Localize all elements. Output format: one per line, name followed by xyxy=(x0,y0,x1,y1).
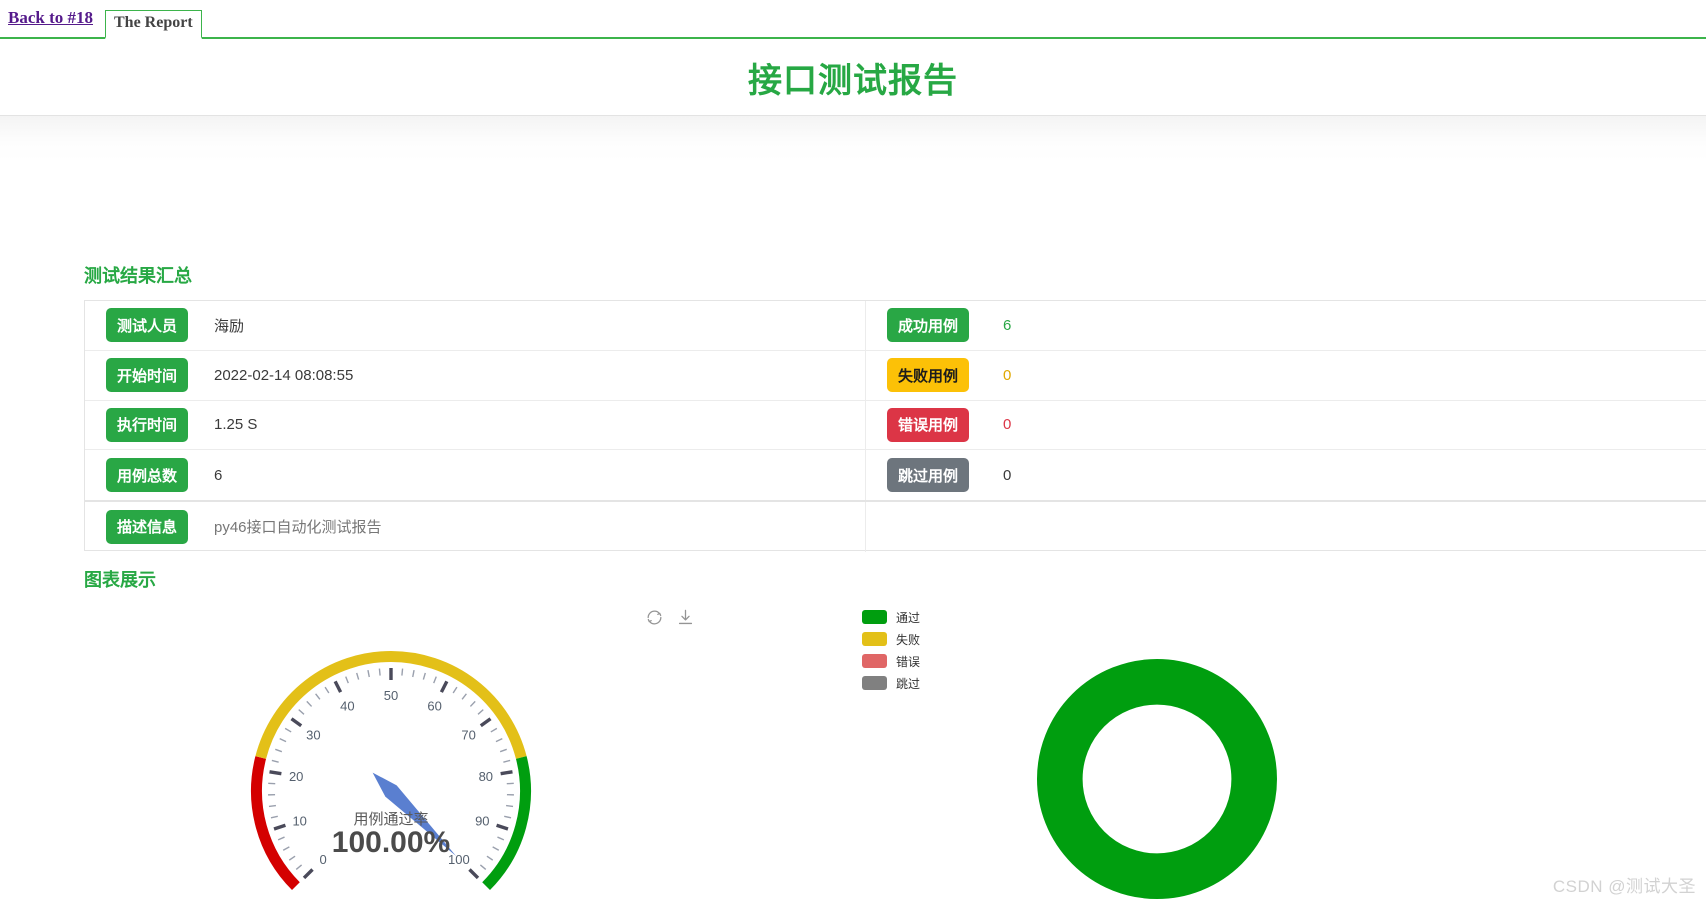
value-skip: 0 xyxy=(1003,467,1011,484)
legend-swatch-fail xyxy=(862,632,887,646)
gauge-svg: 0102030405060708090100 xyxy=(246,646,536,906)
legend-item-fail[interactable]: 失败 xyxy=(862,628,920,650)
chart-toolbox xyxy=(645,608,695,627)
svg-text:70: 70 xyxy=(461,728,475,743)
svg-text:50: 50 xyxy=(384,688,398,703)
value-error: 0 xyxy=(1003,416,1011,433)
chart-legend: 通过 失败 错误 跳过 xyxy=(862,606,920,694)
value-tester: 海励 xyxy=(214,315,244,336)
table-row: 测试人员 海励 成功用例 6 xyxy=(85,301,1706,351)
badge-total: 用例总数 xyxy=(106,458,188,492)
title-band: 接口测试报告 xyxy=(0,39,1706,116)
report-content: 测试结果汇总 测试人员 海励 成功用例 6 开始时间 2022-02-14 08… xyxy=(0,116,1706,905)
summary-cell-start-time: 开始时间 2022-02-14 08:08:55 xyxy=(85,351,866,400)
chart-area: 通过 失败 错误 跳过 0102030405060708090100 用例通过率… xyxy=(0,594,1706,905)
summary-table: 测试人员 海励 成功用例 6 开始时间 2022-02-14 08:08:55 … xyxy=(84,300,1706,501)
legend-label-error: 错误 xyxy=(896,653,920,670)
badge-pass: 成功用例 xyxy=(887,308,969,342)
badge-tester: 测试人员 xyxy=(106,308,188,342)
badge-error: 错误用例 xyxy=(887,408,969,442)
badge-description: 描述信息 xyxy=(106,510,188,544)
badge-skip: 跳过用例 xyxy=(887,458,969,492)
svg-text:20: 20 xyxy=(289,769,303,784)
legend-item-skip[interactable]: 跳过 xyxy=(862,672,920,694)
summary-cell-tester: 测试人员 海励 xyxy=(85,301,866,350)
jenkins-topbar: Back to #18 The Report xyxy=(0,0,1706,39)
page-title: 接口测试报告 xyxy=(748,53,958,102)
legend-item-error[interactable]: 错误 xyxy=(862,650,920,672)
back-link[interactable]: Back to #18 xyxy=(8,8,93,28)
download-icon[interactable] xyxy=(676,608,695,627)
summary-section-title: 测试结果汇总 xyxy=(84,262,192,288)
charts-section-title: 图表展示 xyxy=(84,566,156,592)
value-description: py46接口自动化测试报告 xyxy=(214,516,382,537)
doughnut-svg xyxy=(1022,644,1292,906)
summary-cell-fail-count: 失败用例 0 xyxy=(866,351,1706,400)
table-row: 执行时间 1.25 S 错误用例 0 xyxy=(85,401,1706,451)
badge-start-time: 开始时间 xyxy=(106,358,188,392)
legend-label-fail: 失败 xyxy=(896,631,920,648)
legend-label-skip: 跳过 xyxy=(896,675,920,692)
badge-duration: 执行时间 xyxy=(106,408,188,442)
value-pass: 6 xyxy=(1003,317,1011,334)
summary-cell-duration: 执行时间 1.25 S xyxy=(85,401,866,450)
svg-text:30: 30 xyxy=(306,728,320,743)
tab-the-report[interactable]: The Report xyxy=(105,10,202,39)
summary-cell-pass-count: 成功用例 6 xyxy=(866,301,1706,350)
value-total: 6 xyxy=(214,467,222,484)
value-start-time: 2022-02-14 08:08:55 xyxy=(214,367,353,384)
summary-cell-description: 描述信息 py46接口自动化测试报告 xyxy=(85,502,866,552)
table-row: 描述信息 py46接口自动化测试报告 xyxy=(85,502,1706,552)
legend-swatch-skip xyxy=(862,676,887,690)
svg-text:80: 80 xyxy=(479,769,493,784)
value-duration: 1.25 S xyxy=(214,416,257,433)
svg-text:60: 60 xyxy=(427,698,441,713)
description-box: 描述信息 py46接口自动化测试报告 xyxy=(84,501,1706,551)
legend-swatch-error xyxy=(862,654,887,668)
legend-label-pass: 通过 xyxy=(896,609,920,626)
summary-cell-error-count: 错误用例 0 xyxy=(866,401,1706,450)
legend-swatch-pass xyxy=(862,610,887,624)
value-fail: 0 xyxy=(1003,367,1011,384)
doughnut-chart[interactable] xyxy=(1022,644,1292,906)
summary-cell-skip-count: 跳过用例 0 xyxy=(866,450,1706,500)
table-row: 开始时间 2022-02-14 08:08:55 失败用例 0 xyxy=(85,351,1706,401)
summary-cell-total: 用例总数 6 xyxy=(85,450,866,500)
restore-icon[interactable] xyxy=(645,608,664,627)
legend-item-pass[interactable]: 通过 xyxy=(862,606,920,628)
svg-text:40: 40 xyxy=(340,698,354,713)
table-row: 用例总数 6 跳过用例 0 xyxy=(85,450,1706,500)
gauge-chart[interactable]: 0102030405060708090100 用例通过率 100.00% xyxy=(246,646,536,906)
gauge-value: 100.00% xyxy=(246,826,536,860)
badge-fail: 失败用例 xyxy=(887,358,969,392)
watermark: CSDN @测试大圣 xyxy=(1553,872,1696,897)
